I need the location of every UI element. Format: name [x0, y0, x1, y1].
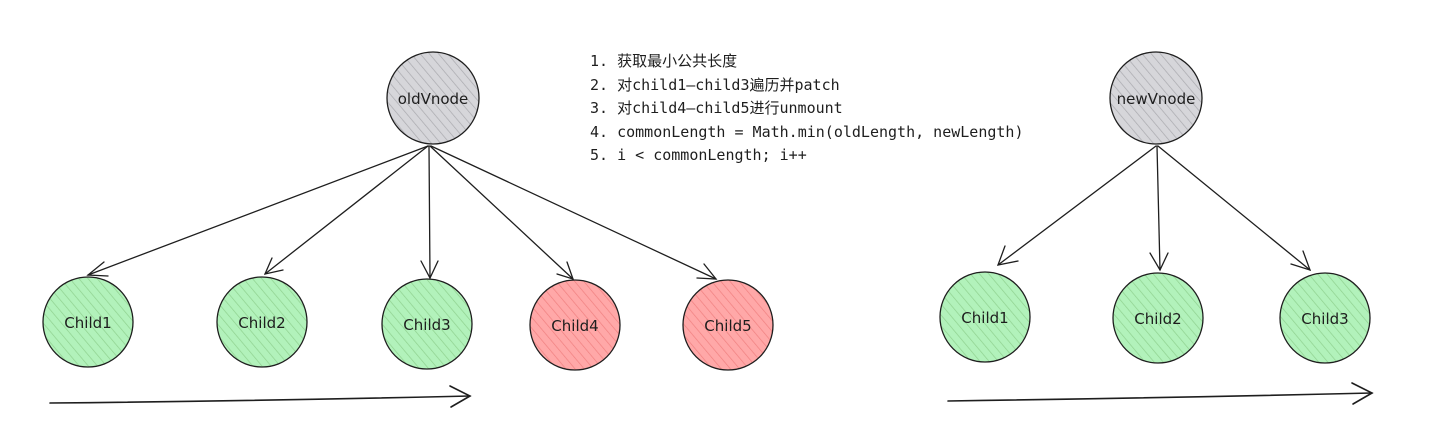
old-iteration-arrow	[49, 385, 472, 408]
old-root-label: oldVnode	[398, 90, 469, 108]
new-child-node: Child2	[1112, 272, 1204, 364]
new-iteration-arrow	[947, 382, 1374, 405]
old-child-label: Child2	[238, 314, 285, 332]
new-edge-child3	[1157, 145, 1312, 272]
note-step-1: 1. 获取最小公共长度	[590, 52, 738, 70]
new-child-node: Child1	[939, 271, 1031, 363]
steps-notes: 1. 获取最小公共长度 2. 对child1—child3遍历并patch 3.…	[590, 50, 1023, 168]
old-child-node: Child1	[42, 276, 134, 368]
old-edge-child1	[86, 145, 429, 277]
old-child-label: Child1	[64, 314, 111, 332]
old-child-label: Child4	[551, 317, 598, 335]
old-child-node: Child2	[216, 276, 308, 368]
new-child-label: Child1	[961, 309, 1008, 327]
old-child-node: Child3	[381, 278, 473, 370]
new-root-label: newVnode	[1117, 90, 1196, 108]
note-step-5: 5. i < commonLength; i++	[590, 146, 807, 164]
old-child-node: Child4	[529, 279, 621, 371]
old-edge-child4	[429, 145, 575, 281]
new-child-label: Child2	[1134, 310, 1181, 328]
note-step-2: 2. 对child1—child3遍历并patch	[590, 75, 840, 94]
old-child-label: Child5	[704, 317, 751, 335]
new-child-label: Child3	[1301, 310, 1348, 328]
old-edge-child2	[263, 145, 429, 275]
new-tree-edges	[996, 145, 1312, 272]
old-edge-child3	[420, 145, 439, 280]
new-child-node: Child3	[1279, 272, 1371, 364]
old-child-label: Child3	[403, 316, 450, 334]
new-edge-child2	[1149, 145, 1169, 272]
new-root-node: newVnode	[1109, 51, 1203, 145]
old-child-node: Child5	[682, 279, 774, 371]
old-root-node: oldVnode	[386, 51, 480, 145]
note-step-3: 3. 对child4—child5进行unmount	[590, 99, 843, 117]
note-step-4: 4. commonLength = Math.min(oldLength, ne…	[590, 122, 1024, 141]
